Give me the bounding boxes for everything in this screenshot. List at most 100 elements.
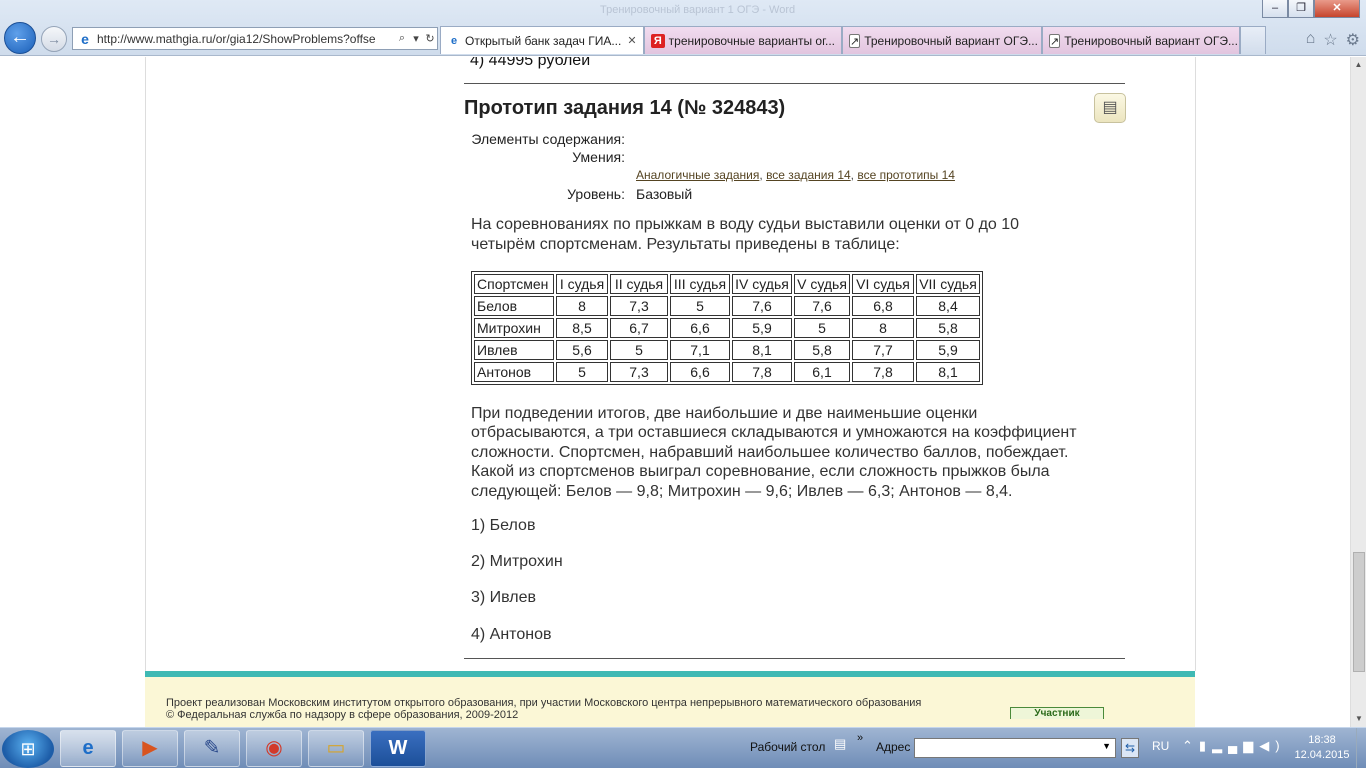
desktop-toolbar-label[interactable]: Рабочий стол <box>750 740 825 754</box>
table-header: III судья <box>670 274 730 294</box>
rules-line-4: Какой из спортсменов выиграл соревновани… <box>471 463 1050 480</box>
start-button[interactable]: ⊞ <box>2 730 54 768</box>
dropdown-icon[interactable]: ▾ <box>409 32 423 45</box>
home-icon[interactable]: ⌂ <box>1306 30 1316 50</box>
search-icon[interactable]: ⌕ <box>395 32 409 45</box>
maximize-button[interactable]: ❐ <box>1288 0 1314 18</box>
favorites-icon[interactable]: ☆ <box>1323 30 1337 50</box>
table-cell: 8,5 <box>556 318 608 338</box>
show-desktop-button[interactable] <box>1356 728 1366 768</box>
new-tab-button[interactable] <box>1240 26 1266 54</box>
clock-date: 12.04.2015 <box>1294 749 1350 761</box>
page-icon: ↗ <box>849 33 861 48</box>
taskbar-folder-icon[interactable]: ▭ <box>308 730 364 767</box>
divider <box>464 83 1125 84</box>
clock-time: 18:38 <box>1308 734 1336 746</box>
footer-copyright: © Федеральная служба по надзору в сфере … <box>166 709 519 721</box>
tab-training-1[interactable]: ↗ Тренировочный вариант ОГЭ... <box>842 26 1042 54</box>
table-cell: 7,3 <box>610 296 668 316</box>
tab-open-bank[interactable]: e Открытый банк задач ГИА... ✕ <box>440 26 644 54</box>
table-cell: 8,1 <box>916 362 980 382</box>
table-cell: 8 <box>556 296 608 316</box>
go-arrow-icon[interactable]: ⇆ <box>1121 738 1139 758</box>
table-header: V судья <box>794 274 850 294</box>
scroll-up-icon[interactable]: ▲ <box>1351 57 1366 73</box>
taskbar: ⊞ e ▶ ✎ ◉ ▭ W Рабочий стол ▤ » Адрес ▼ ⇆… <box>0 727 1366 768</box>
taskbar-address-input[interactable]: ▼ <box>914 738 1116 758</box>
table-cell: 6,1 <box>794 362 850 382</box>
table-header: VII судья <box>916 274 980 294</box>
answer-option: 2) Митрохин <box>471 553 563 570</box>
toolbar-icons: ⌂ ☆ ⚙ <box>1306 30 1360 50</box>
all-prototypes-14-link[interactable]: все прототипы 14 <box>857 168 955 182</box>
close-tab-icon[interactable]: ✕ <box>627 28 636 54</box>
table-cell: 7,7 <box>852 340 914 360</box>
table-cell: 5,8 <box>794 340 850 360</box>
table-cell: 7,6 <box>732 296 792 316</box>
chevron-up-icon[interactable]: ⌃ <box>1182 738 1199 753</box>
address-bar[interactable]: e http://www.mathgia.ru/or/gia12/ShowPro… <box>72 27 438 50</box>
tab-label: тренировочные варианты ог... <box>668 33 835 48</box>
table-header: I судья <box>556 274 608 294</box>
taskbar-chrome-icon[interactable]: ◉ <box>246 730 302 767</box>
back-button[interactable]: ← <box>4 22 36 54</box>
desktop-icon[interactable]: ▤ <box>834 736 846 752</box>
clock[interactable]: 18:38 12.04.2015 <box>1292 733 1352 763</box>
url-text[interactable]: http://www.mathgia.ru/or/gia12/ShowProbl… <box>97 32 395 46</box>
vertical-scrollbar[interactable]: ▲ ▼ <box>1350 57 1366 727</box>
page-footer: Проект реализован Московским институтом … <box>145 671 1195 727</box>
taskbar-media-icon[interactable]: ▶ <box>122 730 178 767</box>
window-controls: – ❐ ✕ <box>1262 0 1360 18</box>
table-row: Митрохин 8,5 6,7 6,6 5,9 5 8 5,8 <box>474 318 980 338</box>
forward-button[interactable]: → <box>41 26 67 52</box>
table-cell: 5,9 <box>732 318 792 338</box>
table-row: Антонов 5 7,3 6,6 7,8 6,1 7,8 8,1 <box>474 362 980 382</box>
table-cell: 5 <box>610 340 668 360</box>
tab-strip: e Открытый банк задач ГИА... ✕ Я трениро… <box>440 26 1266 54</box>
signal-icon[interactable]: ▂▄▆ <box>1212 738 1259 753</box>
intro-line-2: четырём спортсменам. Результаты приведен… <box>471 236 900 253</box>
minimize-button[interactable]: – <box>1262 0 1288 18</box>
tab-yandex[interactable]: Я тренировочные варианты ог... <box>644 26 842 54</box>
tab-training-2[interactable]: ↗ Тренировочный вариант ОГЭ... <box>1042 26 1240 54</box>
page-content: 4) 44995 рублей Прототип задания 14 (№ 3… <box>0 57 1350 727</box>
column-border-right <box>1195 57 1196 671</box>
screen: Тренировочный вариант 1 ОГЭ - Word – ❐ ✕… <box>0 0 1366 768</box>
system-tray[interactable]: ⌃▮▂▄▆◀) <box>1182 738 1286 754</box>
scrollbar-thumb[interactable] <box>1353 552 1365 672</box>
network-icon[interactable]: ▮ <box>1199 738 1212 753</box>
language-indicator[interactable]: RU <box>1152 739 1169 753</box>
table-cell: 6,8 <box>852 296 914 316</box>
column-border-left <box>145 57 146 671</box>
table-cell: 8,1 <box>732 340 792 360</box>
participant-badge[interactable]: Участник <box>1010 707 1104 719</box>
table-cell: 6,6 <box>670 318 730 338</box>
scores-table: Спортсмен I судья II судья III судья IV … <box>471 271 983 385</box>
refresh-icon[interactable]: ↻ <box>423 32 437 45</box>
table-row: Ивлев 5,6 5 7,1 8,1 5,8 7,7 5,9 <box>474 340 980 360</box>
notebook-icon[interactable]: ▤ <box>1094 93 1126 123</box>
tab-label: Тренировочный вариант ОГЭ... <box>1064 33 1238 48</box>
table-cell: Ивлев <box>474 340 554 360</box>
close-button[interactable]: ✕ <box>1314 0 1360 18</box>
table-cell: 5,9 <box>916 340 980 360</box>
scroll-down-icon[interactable]: ▼ <box>1351 711 1366 727</box>
volume-icon[interactable]: ◀) <box>1259 738 1285 753</box>
browser-toolbar: Тренировочный вариант 1 ОГЭ - Word – ❐ ✕… <box>0 0 1366 56</box>
level-value: Базовый <box>636 186 693 202</box>
table-header: II судья <box>610 274 668 294</box>
table-cell: 8,4 <box>916 296 980 316</box>
gear-icon[interactable]: ⚙ <box>1346 30 1360 50</box>
rules-line-3: сложности. Спортсмен, набравший наибольш… <box>471 444 1069 461</box>
table-cell: 7,1 <box>670 340 730 360</box>
taskbar-paint-icon[interactable]: ✎ <box>184 730 240 767</box>
table-cell: 7,8 <box>852 362 914 382</box>
chevron-right-icon[interactable]: » <box>857 732 863 744</box>
chevron-down-icon[interactable]: ▼ <box>1102 741 1111 751</box>
page-title: Прототип задания 14 (№ 324843) <box>464 97 786 119</box>
taskbar-ie-icon[interactable]: e <box>60 730 116 767</box>
intro-line-1: На соревнованиях по прыжкам в воду судьи… <box>471 216 1020 233</box>
taskbar-word-icon[interactable]: W <box>370 730 426 767</box>
similar-tasks-link[interactable]: Аналогичные задания <box>636 168 759 182</box>
all-tasks-14-link[interactable]: все задания 14 <box>766 168 851 182</box>
